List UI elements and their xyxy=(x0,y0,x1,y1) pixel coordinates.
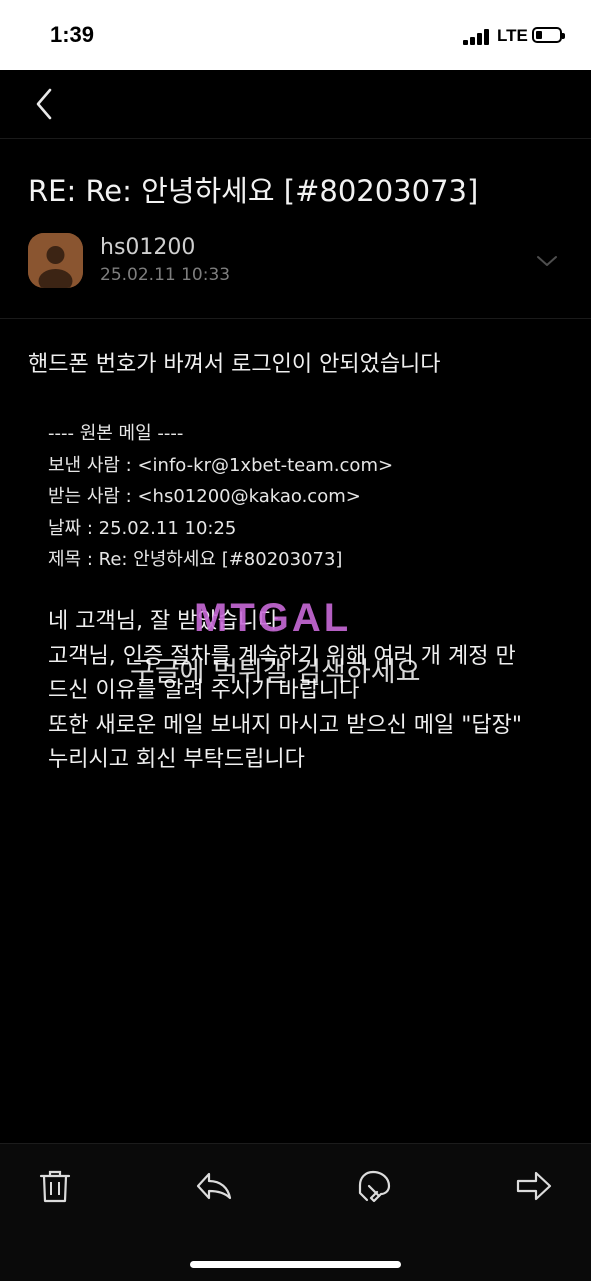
delete-button[interactable] xyxy=(35,1166,75,1206)
person-icon xyxy=(28,233,83,288)
original-header: ---- 원본 메일 ---- xyxy=(48,423,184,444)
chevron-left-icon xyxy=(36,88,52,120)
forward-icon xyxy=(516,1171,552,1201)
original-date: 날짜 : 25.02.11 10:25 xyxy=(48,517,237,539)
status-bar: 1:39 LTE xyxy=(0,0,591,70)
reply-text: 네 고객님, 잘 받았습니다 고객님, 인증 절차를 계속하기 위해 여러 개 … xyxy=(48,605,568,778)
sender-row[interactable]: hs01200 25.02.11 10:33 xyxy=(0,228,591,319)
nav-bar xyxy=(0,70,591,139)
email-subject: RE: Re: 안녕하세요 [#80203073] xyxy=(28,174,479,208)
original-from: 보낸 사람 : <info-kr@1xbet-team.com> xyxy=(48,454,394,476)
reply-line: 누리시고 회신 부탁드립니다 xyxy=(48,747,305,772)
original-subject: 제목 : Re: 안녕하세요 [#80203073] xyxy=(48,549,343,570)
sender-name: hs01200 xyxy=(100,235,196,260)
network-label: LTE xyxy=(497,26,528,45)
bottom-toolbar xyxy=(0,1143,591,1281)
reply-line: 고객님, 인증 절차를 계속하기 위해 여러 개 계정 만 xyxy=(48,643,516,669)
back-button[interactable] xyxy=(28,86,64,122)
chevron-down-icon xyxy=(537,256,557,266)
avatar xyxy=(28,233,83,288)
battery-icon xyxy=(532,27,565,43)
original-message: ---- 원본 메일 ---- 보낸 사람 : <info-kr@1xbet-t… xyxy=(48,418,393,576)
reply-all-button[interactable] xyxy=(355,1166,395,1206)
reply-line: 드신 이유를 알려 주시기 바랍니다 xyxy=(48,678,360,703)
sender-date: 25.02.11 10:33 xyxy=(100,265,231,285)
home-indicator[interactable] xyxy=(190,1261,401,1268)
expand-details-button[interactable] xyxy=(534,248,560,274)
trash-icon xyxy=(39,1170,71,1203)
original-to: 받는 사람 : <hs01200@kakao.com> xyxy=(48,486,361,507)
reply-all-icon xyxy=(358,1170,391,1203)
reply-line: 네 고객님, 잘 받았습니다 xyxy=(48,609,279,634)
reply-line: 또한 새로운 메일 보내지 마시고 받으신 메일 "답장" xyxy=(48,712,522,738)
email-body-first-line: 핸드폰 번호가 바껴서 로그인이 안되었습니다 xyxy=(28,352,441,377)
status-time: 1:39 xyxy=(50,22,95,47)
forward-button[interactable] xyxy=(514,1166,554,1206)
signal-icon xyxy=(463,29,493,45)
reply-icon xyxy=(196,1172,232,1200)
reply-button[interactable] xyxy=(194,1166,234,1206)
